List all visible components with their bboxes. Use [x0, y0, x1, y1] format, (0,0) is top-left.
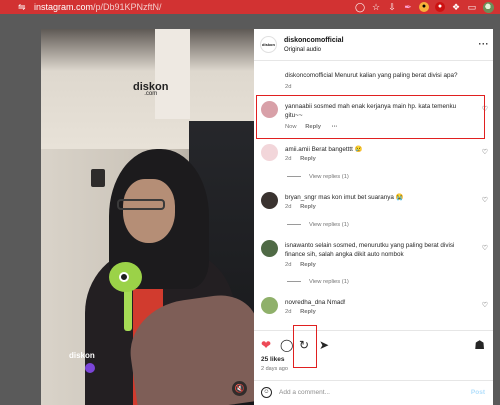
comment-time: 2d — [285, 262, 292, 268]
caption-text: Menurut kalian yang paling berat divisi … — [334, 72, 458, 79]
video-watermark: diskon .com — [133, 81, 169, 97]
avatar[interactable] — [261, 144, 278, 161]
replies-line — [287, 175, 301, 177]
view-replies-button[interactable]: View replies (1) — [287, 279, 349, 285]
address-bar[interactable]: instagram.com/p/Db91KPNzftN/ — [34, 1, 162, 13]
audio-label[interactable]: Original audio — [284, 47, 321, 53]
post-username[interactable]: diskoncomofficial — [284, 37, 344, 44]
emoji-icon[interactable]: ☺ — [261, 387, 272, 398]
extensions-puzzle-icon[interactable]: ❖ — [451, 2, 461, 12]
browser-toolbar: ⇋ instagram.com/p/Db91KPNzftN/ ◯ ☆ ⇩ ✒ ●… — [0, 0, 500, 14]
avatar[interactable] — [261, 297, 278, 314]
extension-pen-icon[interactable]: ✒ — [403, 2, 413, 12]
reply-button[interactable]: Reply — [300, 262, 316, 268]
url-path: /p/Db91KPNzftN/ — [93, 2, 162, 12]
comment-icon[interactable]: ◯ — [280, 339, 293, 351]
like-comment-heart-icon[interactable]: ♡ — [482, 244, 488, 252]
comment-input[interactable] — [279, 386, 449, 399]
replies-line — [287, 280, 301, 282]
view-replies-button[interactable]: View replies (1) — [287, 222, 349, 228]
reply-button[interactable]: Reply — [300, 204, 316, 210]
annotation-box-comment — [256, 95, 485, 139]
post-time: 2 days ago — [261, 366, 288, 372]
replies-line — [287, 223, 301, 225]
post-header: diskon diskoncomofficial Original audio … — [254, 29, 493, 61]
comment-time: 2d — [285, 156, 292, 162]
comment-text: mas kon imut bet suaranya 😭 — [318, 194, 404, 201]
comment-time: 2d — [285, 309, 292, 315]
reply-button[interactable]: Reply — [300, 309, 316, 315]
url-host: instagram.com — [34, 2, 94, 12]
comment-username[interactable]: novredha_dna — [285, 299, 325, 306]
avatar[interactable] — [261, 192, 278, 209]
like-comment-heart-icon[interactable]: ♡ — [482, 148, 488, 156]
comment-text: Nmad! — [327, 299, 346, 306]
avatar[interactable] — [261, 240, 278, 257]
sidebar-icon[interactable]: ▭ — [467, 2, 477, 12]
post-video[interactable]: diskon .com diskon 🔇 — [41, 29, 254, 405]
video-watermark-bottom: diskon — [69, 351, 95, 360]
bookmark-star-icon[interactable]: ☆ — [371, 2, 381, 12]
likes-count[interactable]: 25 likes — [261, 356, 285, 363]
mute-icon[interactable]: 🔇 — [232, 381, 247, 396]
post-actions: ❤ ◯ ↻ ➤ ☗ — [254, 330, 493, 354]
extension-orange-icon[interactable]: ● — [419, 2, 429, 12]
brand-badge-icon — [85, 363, 95, 373]
comment-username[interactable]: bryan_sngr — [285, 194, 317, 201]
share-icon[interactable]: ➤ — [319, 339, 329, 351]
view-replies-button[interactable]: View replies (1) — [287, 174, 349, 180]
add-comment-bar: ☺ Post — [254, 380, 493, 405]
comment-time: 2d — [285, 204, 292, 210]
avatar[interactable]: diskon — [260, 36, 277, 53]
annotation-box-repost — [293, 325, 317, 368]
reply-button[interactable]: Reply — [300, 156, 316, 162]
downloads-icon[interactable]: ⇩ — [387, 2, 397, 12]
more-options-icon[interactable]: ··· — [479, 39, 490, 49]
comment-username[interactable]: isnawanto — [285, 242, 313, 249]
save-bookmark-icon[interactable]: ☗ — [474, 339, 485, 351]
caption-username[interactable]: diskoncomofficial — [285, 72, 333, 79]
comment-username[interactable]: amii.amii — [285, 146, 310, 153]
cast-icon[interactable]: ◯ — [355, 2, 365, 12]
like-comment-heart-icon[interactable]: ♡ — [482, 301, 488, 309]
post-comment-button[interactable]: Post — [471, 389, 485, 396]
profile-avatar[interactable] — [483, 1, 494, 13]
like-comment-heart-icon[interactable]: ♡ — [482, 196, 488, 204]
post-details-panel: diskon diskoncomofficial Original audio … — [254, 29, 493, 405]
caption-time: 2d — [285, 84, 292, 90]
extension-red-icon[interactable]: ● — [435, 2, 445, 12]
comment-text: Berat bangetttt 😢 — [311, 146, 363, 153]
site-settings-icon[interactable]: ⇋ — [18, 2, 28, 12]
like-heart-icon[interactable]: ❤ — [261, 339, 271, 351]
